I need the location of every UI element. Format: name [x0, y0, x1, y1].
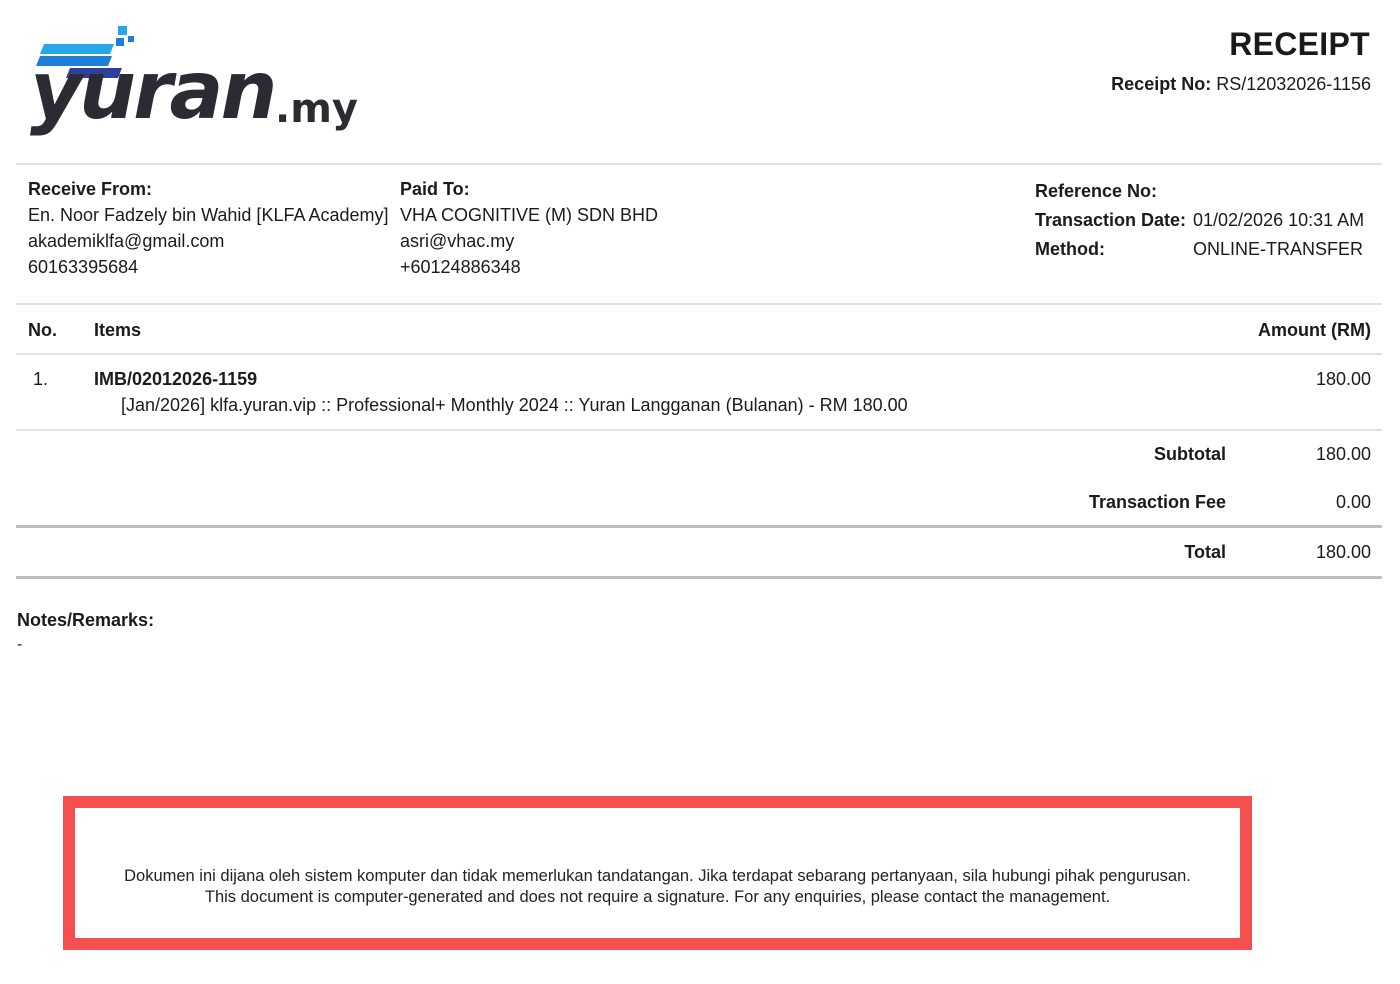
notes-label: Notes/Remarks: — [17, 610, 155, 630]
paid-to-block: Paid To: VHA COGNITIVE (M) SDN BHD asri@… — [400, 176, 658, 280]
method-label: Method: — [1035, 239, 1105, 259]
transaction-meta: Reference No: Transaction Date: 01/02/20… — [1035, 181, 1385, 271]
reference-row: Reference No: — [1035, 181, 1385, 205]
divider — [16, 525, 1382, 528]
reference-label: Reference No: — [1035, 181, 1158, 201]
receipt-title: RECEIPT — [1229, 26, 1370, 62]
payee-phone: +60124886348 — [400, 257, 521, 277]
method-row: Method: ONLINE-TRANSFER — [1035, 239, 1385, 263]
column-header-no: No. — [28, 320, 57, 340]
divider — [16, 353, 1382, 355]
notice-text: Dokumen ini dijana oleh sistem komputer … — [75, 866, 1240, 908]
payer-phone: 60163395684 — [28, 257, 139, 277]
logo-suffix: .my — [275, 86, 358, 132]
payer-email: akademiklfa@gmail.com — [28, 231, 225, 251]
paid-to-label: Paid To: — [400, 179, 470, 199]
logo-wordmark: yuran — [30, 44, 275, 137]
divider — [16, 429, 1382, 431]
receipt-number-label: Receipt No: — [1111, 74, 1212, 94]
method-value: ONLINE-TRANSFER — [1193, 239, 1364, 259]
row-number: 1. — [33, 369, 49, 389]
subtotal-value: 180.00 — [1315, 444, 1371, 464]
column-header-items: Items — [94, 320, 142, 340]
logo-pixel — [118, 26, 127, 35]
divider — [16, 163, 1382, 165]
divider — [16, 576, 1382, 579]
notice-box: Dokumen ini dijana oleh sistem komputer … — [63, 796, 1252, 950]
payee-name: VHA COGNITIVE (M) SDN BHD — [400, 205, 659, 225]
payer-name: En. Noor Fadzely bin Wahid [KLFA Academy… — [28, 205, 389, 225]
transaction-date-label: Transaction Date: — [1035, 210, 1187, 230]
item-code: IMB/02012026-1159 — [94, 369, 258, 389]
receipt-number-value: RS/12032026-1156 — [1216, 74, 1371, 94]
notice-line-malay: Dokumen ini dijana oleh sistem komputer … — [124, 867, 1191, 885]
item-amount: 180.00 — [1315, 369, 1371, 389]
notice-line-english: This document is computer-generated and … — [204, 888, 1111, 906]
divider — [16, 303, 1382, 305]
yuran-logo: yuran .my — [30, 26, 358, 137]
item-description: [Jan/2026] klfa.yuran.vip :: Professiona… — [121, 395, 908, 415]
receipt-number: Receipt No: RS/12032026-1156 — [1111, 74, 1371, 95]
total-value: 180.00 — [1315, 542, 1371, 562]
notes-text: - — [17, 636, 23, 653]
logo-pixel — [128, 36, 134, 42]
payee-email: asri@vhac.my — [400, 231, 515, 251]
column-header-amount: Amount (RM) — [1258, 320, 1371, 340]
receive-from-block: Receive From: En. Noor Fadzely bin Wahid… — [28, 176, 389, 280]
transaction-fee-value: 0.00 — [1335, 492, 1371, 512]
receive-from-label: Receive From: — [28, 179, 153, 199]
transaction-date-row: Transaction Date: 01/02/2026 10:31 AM — [1035, 210, 1385, 234]
transaction-date-value: 01/02/2026 10:31 AM — [1193, 210, 1365, 230]
